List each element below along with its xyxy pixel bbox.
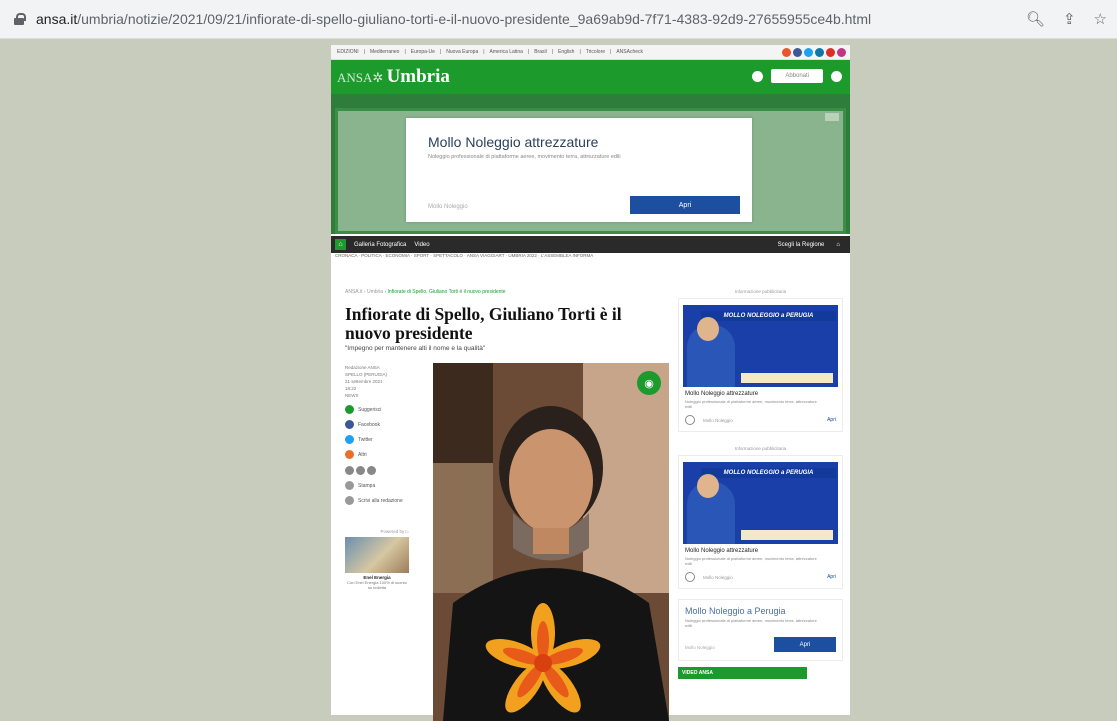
sidebar-ad-open-link-2[interactable]: Apri [827,574,836,580]
sidebar-ad-image: MOLLO NOLEGGIO a PERUGIA [683,305,838,387]
text-tools[interactable] [345,466,429,475]
camera-icon[interactable]: ◉ [637,371,661,395]
adchoices-icon[interactable] [825,113,839,121]
small-text-ad[interactable]: Mollo Noleggio a Perugia Noleggio profes… [678,599,843,661]
topic-tags: CRONACA · POLITICA · ECONOMIA · SPORT · … [335,253,594,258]
nav-item-video[interactable]: Video [414,242,429,248]
bookmark-star-icon[interactable]: ☆ [1094,10,1107,28]
article-title: Infiorate di Spello, Giuliano Torti è il… [345,304,622,343]
home-small-icon[interactable]: ⌂ [836,242,840,248]
advertiser-icon-2 [685,572,695,582]
twitter-share-icon [345,435,354,444]
promo-thumbnail [345,537,409,573]
suggest-icon [345,405,354,414]
sidebar-ad-description: Noleggio professionale di piattaforme ae… [685,399,817,409]
share-twitter[interactable]: Twitter [345,435,429,444]
article-meta: Redazione ANSA SPELLO (PERUGIA) 21 sette… [345,364,429,590]
author: Redazione ANSA [345,365,380,370]
advertiser-icon [685,415,695,425]
print-icon [345,481,354,490]
youtube-icon[interactable] [826,47,835,57]
portrait-image [433,363,669,721]
browser-address-bar[interactable]: ansa.it/umbria/notizie/2021/09/21/infior… [0,0,1117,39]
print-link[interactable]: Stampa [345,481,429,490]
article-subtitle: "Impegno per mantenere alti il nome e la… [345,345,486,352]
breadcrumb: ANSA.it › Umbria › Infiorate di Spello, … [345,289,506,295]
small-ad-description: Noleggio professionale di piattaforme ae… [685,618,817,628]
sidebar-ad[interactable]: MOLLO NOLEGGIO a PERUGIA Mollo Noleggio … [678,298,843,432]
nav-item-gallery[interactable]: Galleria Fotografica [354,242,406,248]
account-icon[interactable] [831,70,842,82]
twitter-icon[interactable] [804,47,813,57]
home-icon[interactable]: ⌂ [335,239,346,250]
top-ad-band: Mollo Noleggio attrezzature Noleggio pro… [331,94,850,234]
instagram-icon[interactable] [837,47,846,57]
url-text[interactable]: ansa.it/umbria/notizie/2021/09/21/infior… [36,11,871,27]
share-other[interactable]: Altri [345,450,429,459]
small-ad-title: Mollo Noleggio a Perugia [685,606,786,616]
sidebar-ad-title-2: Mollo Noleggio attrezzature [685,548,759,554]
top-ad-source: Mollo Noleggio [428,204,468,210]
send-link[interactable]: Scrivi alla redazione [345,496,429,505]
top-ad-open-button[interactable]: Apri [630,196,740,214]
other-share-icon [345,450,354,459]
choose-region-dropdown[interactable]: Scegli la Regione [778,242,825,248]
mail-icon [345,496,354,505]
facebook-share-icon [345,420,354,429]
linkedin-icon[interactable] [815,47,824,57]
video-section-header[interactable]: VIDEO ANSA [678,667,807,679]
right-column: Informazione pubblicitaria MOLLO NOLEGGI… [678,289,843,679]
sidebar-ad-2[interactable]: MOLLO NOLEGGIO a PERUGIA Mollo Noleggio … [678,455,843,589]
top-ad-description: Noleggio professionale di piattaforme ae… [428,154,621,160]
site-header: ANSA✲ Umbria Abbonati [331,60,850,94]
rss-icon[interactable] [782,47,791,57]
weather-icon[interactable] [752,70,764,82]
site-logo[interactable]: ANSA✲ Umbria [337,66,450,88]
subscribe-button[interactable]: Abbonati [771,69,823,83]
article: ANSA.it › Umbria › Infiorate di Spello, … [345,289,669,721]
facebook-icon[interactable] [793,47,802,57]
share-suggest[interactable]: Suggerisci [345,405,429,414]
share-icon[interactable]: ⇪ [1063,10,1076,28]
zoom-icon[interactable]: 🔍︎ [1026,10,1045,28]
ad-label: Informazione pubblicitaria [734,289,787,294]
top-ad-card[interactable]: Mollo Noleggio attrezzature Noleggio pro… [406,118,752,222]
sidebar-ad-description-2: Noleggio professionale di piattaforme ae… [685,556,817,566]
lock-icon [14,13,26,25]
top-edition-nav: EDIZIONI | Mediterraneo | Europa-Ue | Nuova Eu… [331,45,850,60]
top-ad-title: Mollo Noleggio attrezzature [428,134,599,150]
sidebar-ad-open-link[interactable]: Apri [827,417,836,423]
share-facebook[interactable]: Facebook [345,420,429,429]
small-ad-open-button[interactable]: Apri [774,637,836,652]
sidebar-ad-image-2: MOLLO NOLEGGIO a PERUGIA [683,462,838,544]
section-nav: ⌂ Galleria Fotografica Video Scegli la R… [331,236,850,253]
article-photo[interactable]: ◉ [433,363,669,721]
sponsored-promo[interactable]: Powered by ▷ Enel Energia Con Enel Energ… [345,529,409,590]
sidebar-ad-title: Mollo Noleggio attrezzature [685,391,759,397]
